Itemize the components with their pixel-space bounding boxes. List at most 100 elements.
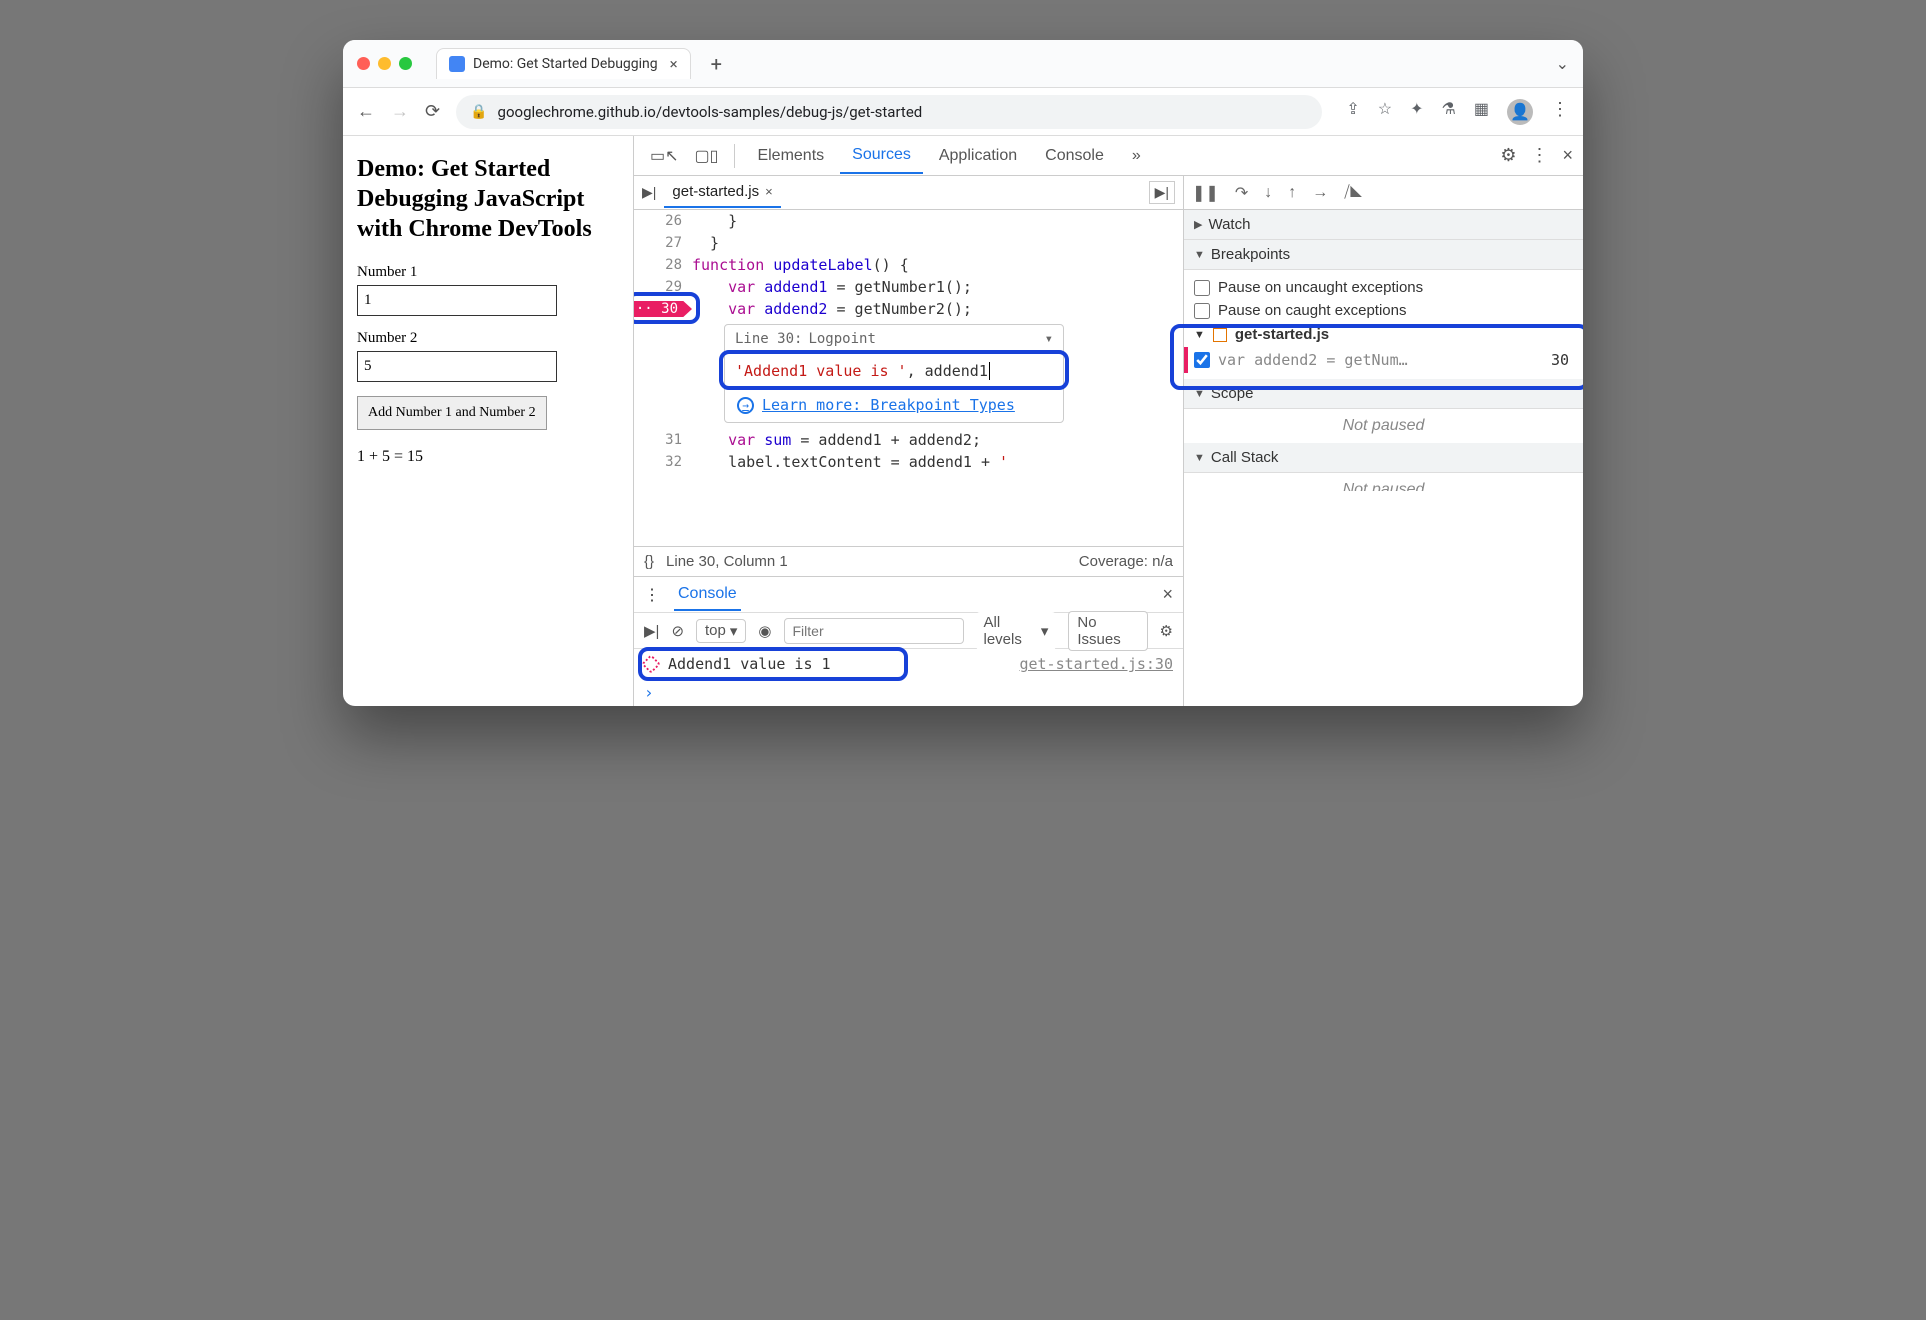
console-log-row: Addend1 value is 1 get-started.js:30 — [634, 649, 1183, 679]
breakpoints-section[interactable]: ▼Breakpoints — [1184, 240, 1583, 270]
step-out-icon[interactable]: ↑ — [1288, 184, 1296, 202]
close-window-icon[interactable] — [357, 57, 370, 70]
console-prompt[interactable]: › — [634, 679, 1183, 706]
address-bar[interactable]: 🔒 googlechrome.github.io/devtools-sample… — [456, 95, 1322, 129]
console-context-dropdown[interactable]: top ▾ — [696, 619, 746, 643]
step-into-icon[interactable]: ↓ — [1264, 184, 1272, 202]
breakpoint-entry[interactable]: var addend2 = getNum… 30 — [1184, 347, 1573, 373]
console-log-text: Addend1 value is 1 — [668, 655, 831, 673]
console-issues-button[interactable]: No Issues — [1068, 611, 1147, 651]
star-icon[interactable]: ☆ — [1378, 99, 1392, 125]
add-button[interactable]: Add Number 1 and Number 2 — [357, 396, 547, 430]
popover-dropdown-icon[interactable]: ▾ — [1045, 331, 1053, 347]
tab-more[interactable]: » — [1120, 139, 1153, 173]
console-filter-input[interactable] — [784, 618, 964, 644]
reload-button[interactable]: ⟳ — [425, 101, 440, 122]
popover-line-label: Line 30: — [735, 331, 802, 347]
scope-section[interactable]: ▼Scope — [1184, 379, 1583, 409]
logpoint-popover: Line 30: Logpoint ▾ 'Addend1 value is ',… — [724, 324, 1064, 423]
pause-icon[interactable]: ❚❚ — [1192, 183, 1219, 203]
status-line: {} Line 30, Column 1 Coverage: n/a — [634, 546, 1183, 576]
tab-sources[interactable]: Sources — [840, 138, 923, 174]
scope-not-paused: Not paused — [1184, 409, 1583, 443]
file-icon — [1213, 328, 1227, 342]
callstack-section[interactable]: ▼Call Stack — [1184, 443, 1583, 473]
tab-application[interactable]: Application — [927, 139, 1029, 173]
input-number2[interactable] — [357, 351, 557, 382]
browser-tab[interactable]: Demo: Get Started Debugging × — [436, 48, 691, 79]
tab-elements[interactable]: Elements — [745, 139, 836, 173]
nav-files-icon[interactable]: ▶| — [642, 184, 656, 201]
file-tab-row: ▶| get-started.js × ▶| — [634, 176, 1183, 210]
new-tab-button[interactable]: + — [711, 52, 722, 76]
console-settings-icon[interactable]: ⚙ — [1160, 622, 1173, 640]
flask-icon[interactable]: ⚗ — [1442, 99, 1456, 125]
chevron-down-icon[interactable]: ⌄ — [1556, 54, 1569, 73]
result-text: 1 + 5 = 15 — [357, 448, 619, 466]
breakpoint-file[interactable]: ▼ get-started.js — [1194, 322, 1573, 347]
step-over-icon[interactable]: ↷ — [1235, 183, 1248, 203]
browser-window: Demo: Get Started Debugging × + ⌄ ← → ⟳ … — [343, 40, 1583, 706]
console-log-source[interactable]: get-started.js:30 — [1019, 655, 1173, 673]
url-text: googlechrome.github.io/devtools-samples/… — [498, 103, 923, 121]
label-number2: Number 2 — [357, 330, 619, 347]
input-number1[interactable] — [357, 285, 557, 316]
popover-learn-more-link[interactable]: → Learn more: Breakpoint Types — [725, 388, 1063, 422]
pause-uncaught-checkbox[interactable]: Pause on uncaught exceptions — [1194, 276, 1573, 299]
console-levels-dropdown[interactable]: All levels ▾ — [976, 612, 1057, 650]
share-icon[interactable]: ⇪ — [1346, 99, 1359, 125]
settings-icon[interactable]: ⚙ — [1500, 145, 1516, 166]
braces-icon[interactable]: {} — [644, 553, 654, 570]
deactivate-breakpoints-icon[interactable]: ⧸◣ — [1344, 184, 1362, 202]
back-button[interactable]: ← — [357, 101, 375, 122]
more-menu-icon[interactable]: ⋮ — [1551, 99, 1569, 125]
popover-type[interactable]: Logpoint — [808, 331, 875, 347]
logpoint-gutter[interactable]: ·· 30 — [634, 301, 692, 317]
more-files-icon[interactable]: ▶| — [1149, 181, 1175, 204]
devtools-tabs: ▭↖ ▢▯ Elements Sources Application Conso… — [634, 136, 1583, 176]
maximize-window-icon[interactable] — [399, 57, 412, 70]
extensions-icon[interactable]: ✦ — [1410, 99, 1423, 125]
debug-toolbar: ❚❚ ↷ ↓ ↑ → ⧸◣ — [1184, 176, 1583, 210]
nav-arrows: ← → ⟳ — [357, 101, 440, 122]
lock-icon: 🔒 — [470, 104, 487, 120]
console-drawer: ⋮ Console × ▶| ⊘ top ▾ ◉ All levels ▾ No… — [634, 576, 1183, 706]
file-tab[interactable]: get-started.js × — [664, 177, 780, 208]
live-expression-icon[interactable]: ◉ — [758, 622, 771, 640]
tab-title: Demo: Get Started Debugging — [473, 56, 658, 72]
inspect-icon[interactable]: ▭↖ — [644, 142, 685, 170]
code-pane: ▶| get-started.js × ▶| 26 } 27 } 28funct… — [634, 176, 1183, 706]
file-tab-name: get-started.js — [672, 183, 759, 200]
step-icon[interactable]: → — [1312, 184, 1328, 202]
code-line-31: var sum = addend1 + addend2; — [692, 431, 981, 449]
tab-console[interactable]: Console — [1033, 139, 1116, 173]
url-actions: ⇪ ☆ ✦ ⚗ ▦ 👤 ⋮ — [1346, 99, 1569, 125]
code-body[interactable]: 26 } 27 } 28function updateLabel() { 29 … — [634, 210, 1183, 546]
arrow-circle-icon: → — [737, 397, 754, 414]
code-line-28: function updateLabel() { — [692, 256, 909, 274]
window-controls — [357, 57, 412, 70]
forward-button[interactable]: → — [391, 101, 409, 122]
close-tab-icon[interactable]: × — [670, 55, 678, 73]
code-line-30: var addend2 = getNumber2(); — [692, 300, 972, 318]
minimize-window-icon[interactable] — [378, 57, 391, 70]
devtools: ▭↖ ▢▯ Elements Sources Application Conso… — [633, 136, 1583, 706]
callstack-not-paused: Not paused — [1184, 473, 1583, 491]
grid-icon[interactable]: ▦ — [1474, 99, 1489, 125]
console-clear-icon[interactable]: ⊘ — [671, 622, 684, 640]
device-toggle-icon[interactable]: ▢▯ — [689, 142, 725, 170]
pause-caught-checkbox[interactable]: Pause on caught exceptions — [1194, 299, 1573, 322]
watch-section[interactable]: ▶Watch — [1184, 210, 1583, 240]
console-play-icon[interactable]: ▶| — [644, 622, 659, 640]
popover-expression[interactable]: 'Addend1 value is ', addend1 — [725, 354, 1063, 388]
close-devtools-icon[interactable]: × — [1562, 145, 1573, 166]
code-line-27: } — [692, 234, 719, 252]
profile-avatar[interactable]: 👤 — [1507, 99, 1533, 125]
titlebar: Demo: Get Started Debugging × + ⌄ — [343, 40, 1583, 88]
console-menu-icon[interactable]: ⋮ — [644, 585, 660, 605]
close-file-icon[interactable]: × — [765, 184, 773, 199]
kebab-menu-icon[interactable]: ⋮ — [1530, 145, 1548, 166]
demo-page: Demo: Get Started Debugging JavaScript w… — [343, 136, 633, 706]
console-close-icon[interactable]: × — [1162, 584, 1173, 605]
console-title[interactable]: Console — [674, 579, 741, 611]
